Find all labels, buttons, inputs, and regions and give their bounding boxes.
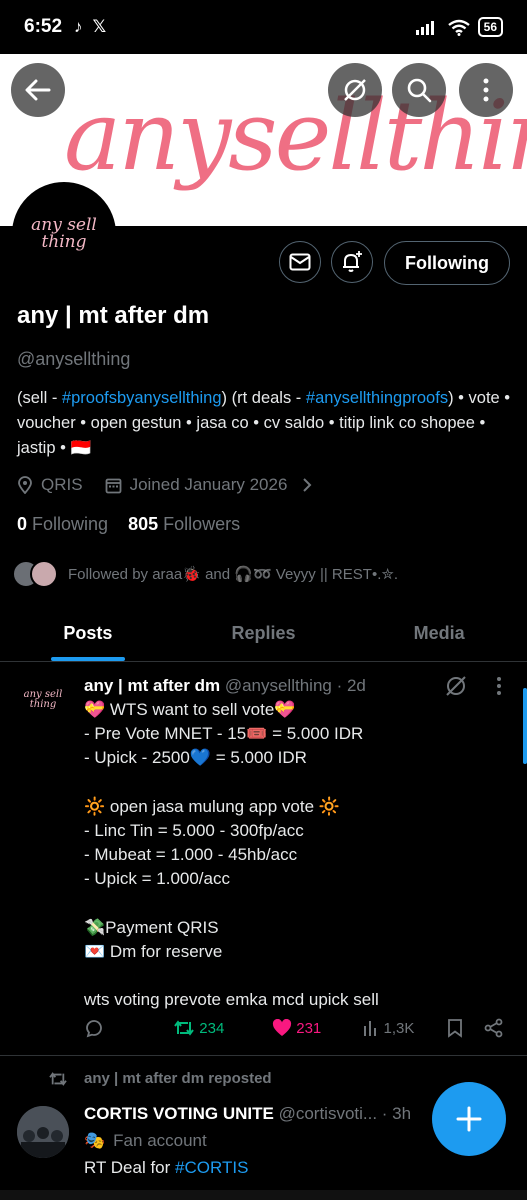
repost-author-name[interactable]: CORTIS VOTING UNITE <box>84 1104 274 1123</box>
followed-by-text: Followed by araa🐞 and 🎧➿ Veyyy || REST•.… <box>68 566 399 583</box>
bio-text: (sell - <box>17 389 62 407</box>
bell-plus-icon <box>343 251 362 272</box>
scroll-indicator <box>523 688 527 764</box>
notifications-button[interactable] <box>331 241 373 283</box>
fan-account-tag: 🎭 Fan account <box>84 1131 207 1151</box>
tweet[interactable]: any sell thing any | mt after dm @anysel… <box>0 662 527 1056</box>
reply-icon <box>86 1020 102 1038</box>
tab-media[interactable]: Media <box>351 606 527 661</box>
following-count: 0 <box>17 514 28 534</box>
profile-bio: (sell - #proofsbyanysellthing) (rt deals… <box>17 386 517 461</box>
reply-button[interactable] <box>84 1018 173 1038</box>
location-text: QRIS <box>41 475 83 494</box>
share-icon <box>484 1018 503 1038</box>
search-icon <box>407 78 432 103</box>
follow-stats: 0 Following 805 Followers <box>17 514 240 535</box>
battery-indicator: 56 <box>477 17 503 37</box>
bio-text: ) (rt deals - <box>221 389 306 407</box>
bio-hashtag-link[interactable]: #anysellthingproofs <box>306 389 448 407</box>
tweet-avatar[interactable]: any sell thing <box>17 674 69 726</box>
status-bar: 6:52 ♪ 𝕏 56 <box>0 0 527 54</box>
fan-account-label: Fan account <box>113 1131 207 1150</box>
bookmark-button[interactable] <box>447 1018 476 1038</box>
repost-label-text: any | mt after dm reposted <box>84 1070 272 1087</box>
repost-label: any | mt after dm reposted <box>48 1070 272 1087</box>
plus-icon <box>456 1106 482 1132</box>
follower-avatar <box>30 560 58 588</box>
like-count: 231 <box>296 1019 322 1037</box>
following-label: Following <box>32 514 109 534</box>
wifi-icon <box>447 19 470 36</box>
views-icon <box>363 1021 376 1036</box>
followed-by[interactable]: Followed by araa🐞 and 🎧➿ Veyyy || REST•.… <box>12 560 398 588</box>
chevron-right-icon[interactable] <box>301 477 313 493</box>
banner-text: anysellthing <box>64 80 527 192</box>
avatar-text: any sell thing <box>16 186 112 282</box>
profile-name: any | mt after dm <box>17 302 210 329</box>
status-time: 6:52 <box>24 16 63 37</box>
grok-icon[interactable] <box>444 674 468 698</box>
repost-handle-time: @cortisvoti... · 3h <box>278 1104 412 1123</box>
search-button[interactable] <box>392 63 446 117</box>
compose-button[interactable] <box>432 1082 506 1156</box>
more-vertical-icon <box>483 78 489 102</box>
more-button[interactable] <box>459 63 513 117</box>
grok-icon <box>344 79 366 101</box>
views-count: 1,3K <box>383 1019 415 1037</box>
location-icon <box>18 476 32 494</box>
tiktok-icon: ♪ <box>74 17 83 36</box>
tweet-handle-time: @anysellthing · 2d <box>224 676 366 695</box>
next-item-peek <box>0 1190 527 1200</box>
tweet-header: any | mt after dm @anysellthing · 2d <box>84 676 366 696</box>
envelope-icon <box>289 253 311 271</box>
repost-hashtag-link[interactable]: #CORTIS <box>175 1158 248 1177</box>
mask-icon: 🎭 <box>84 1131 106 1150</box>
heart-icon <box>273 1019 292 1036</box>
more-vertical-icon[interactable] <box>496 676 502 696</box>
tweet-actions: 234 231 1,3K <box>84 1018 504 1038</box>
x-icon: 𝕏 <box>92 17 107 36</box>
profile-handle: @anysellthing <box>17 349 131 369</box>
group-photo-icon <box>17 1106 69 1158</box>
back-button[interactable] <box>11 63 65 117</box>
retweet-button[interactable]: 234 <box>173 1019 272 1037</box>
followers-stat[interactable]: 805 Followers <box>128 514 240 535</box>
repost-header: CORTIS VOTING UNITE @cortisvoti... · 3h <box>84 1104 444 1124</box>
retweet-icon <box>49 1071 67 1086</box>
grok-button[interactable] <box>328 63 382 117</box>
tweet-text: 💝 WTS want to sell vote💝 - Pre Vote MNET… <box>84 700 379 1010</box>
tab-posts[interactable]: Posts <box>0 606 176 661</box>
profile-meta: QRIS Joined January 2026 <box>17 475 313 495</box>
followers-count: 805 <box>128 514 159 534</box>
bio-hashtag-link[interactable]: #proofsbyanysellthing <box>62 389 222 407</box>
following-button[interactable]: Following <box>384 241 510 285</box>
like-button[interactable]: 231 <box>272 1019 361 1037</box>
repost-text: RT Deal for #CORTIS <box>84 1158 248 1178</box>
views-button[interactable]: 1,3K <box>362 1019 447 1037</box>
arrow-left-icon <box>25 79 51 101</box>
followers-label: Followers <box>163 514 241 534</box>
repost-author-avatar[interactable] <box>17 1106 69 1158</box>
tweet-author-name[interactable]: any | mt after dm <box>84 676 220 695</box>
retweet-icon <box>174 1020 195 1036</box>
joined-date: Joined January 2026 <box>129 475 288 494</box>
tab-replies[interactable]: Replies <box>176 606 352 661</box>
bookmark-icon <box>447 1019 462 1038</box>
signal-icon <box>415 21 434 35</box>
retweet-count: 234 <box>199 1019 225 1037</box>
share-button[interactable] <box>484 1018 504 1038</box>
repost-text-prefix: RT Deal for <box>84 1158 176 1177</box>
profile-avatar[interactable]: any sell thing <box>12 182 116 286</box>
calendar-icon <box>105 478 121 493</box>
profile-tabs: Posts Replies Media <box>0 606 527 662</box>
following-stat[interactable]: 0 Following <box>17 514 108 535</box>
message-button[interactable] <box>279 241 321 283</box>
